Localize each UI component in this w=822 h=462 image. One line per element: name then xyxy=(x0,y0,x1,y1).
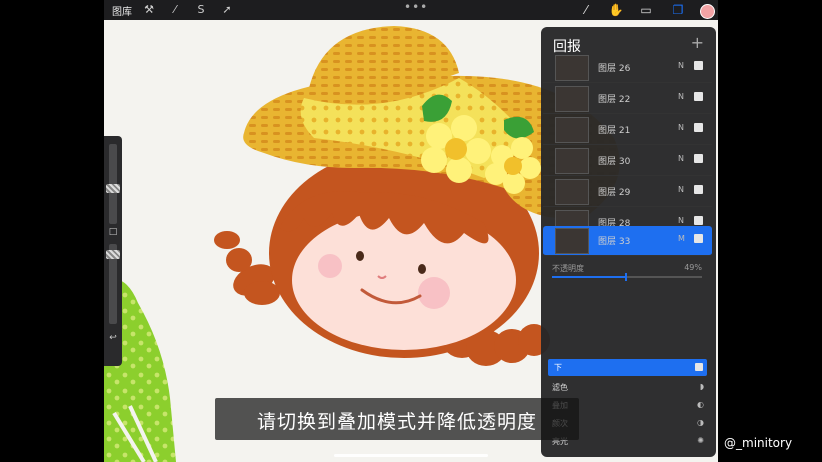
color-swatch[interactable] xyxy=(700,4,715,19)
layer-thumbnail[interactable] xyxy=(555,86,589,112)
layer-blend-mode[interactable]: M xyxy=(678,234,685,243)
layer-row[interactable]: 图层 21 N xyxy=(543,115,712,145)
layer-blend-mode[interactable]: N xyxy=(678,92,684,101)
wrench-icon[interactable]: ⚒ xyxy=(142,3,156,17)
top-toolbar: 图库 ⚒ ⁄ S ➚ ••• ⁄ ✋ ▭ ❐ xyxy=(104,0,718,20)
layer-thumbnail[interactable] xyxy=(555,228,589,254)
blend-mode-icon: ◑ xyxy=(697,418,704,427)
right-tool-group: ⁄ ✋ ▭ ❐ xyxy=(578,2,718,19)
layer-blend-mode[interactable]: N xyxy=(678,61,684,70)
more-options[interactable]: ••• xyxy=(404,0,428,14)
selection-icon[interactable]: S xyxy=(194,3,208,17)
layer-visibility-checkbox[interactable] xyxy=(694,154,703,163)
blend-mode-icon: ◗ xyxy=(699,382,704,391)
layer-blend-mode[interactable]: N xyxy=(678,185,684,194)
watermark: @_minitory xyxy=(724,436,793,450)
opacity-label: 不透明度 xyxy=(552,264,584,273)
opacity-slider[interactable] xyxy=(552,273,702,281)
layer-thumbnail[interactable] xyxy=(555,117,589,143)
subtitle-text: 请切换到叠加模式并降低透明度 xyxy=(256,411,537,433)
layer-blend-mode[interactable]: N xyxy=(678,216,684,225)
layer-visibility-checkbox[interactable] xyxy=(694,185,703,194)
magic-wand-icon[interactable]: ⁄ xyxy=(168,3,182,17)
left-sidebar: □ ↩ xyxy=(104,136,122,366)
home-indicator[interactable] xyxy=(334,454,488,457)
gallery-button[interactable]: 图库 xyxy=(112,3,132,18)
layer-blend-mode[interactable]: N xyxy=(678,123,684,132)
layer-thumbnail[interactable] xyxy=(555,148,589,174)
brush-icon[interactable]: ⁄ xyxy=(578,2,594,18)
layer-row[interactable]: 图层 26 N xyxy=(543,53,712,83)
layer-name: 图层 26 xyxy=(598,64,631,74)
brush-opacity-thumb[interactable] xyxy=(106,250,120,259)
layers-icon[interactable]: ❐ xyxy=(670,2,686,18)
smudge-icon[interactable]: ✋ xyxy=(608,2,624,18)
layer-name: 图层 29 xyxy=(598,188,631,198)
layer-row[interactable]: 图层 30 N xyxy=(543,146,712,176)
subtitle-box: 请切换到叠加模式并降低透明度 xyxy=(215,398,579,440)
layers-panel: 回报 + 图层 26 N 图层 22 N 图层 21 N 图层 30 N 图层 29 N 图层 28… xyxy=(541,27,716,457)
layer-visibility-checkbox[interactable] xyxy=(694,234,703,243)
layer-thumbnail[interactable] xyxy=(555,179,589,205)
add-layer-button[interactable]: + xyxy=(691,33,704,52)
layer-name: 图层 21 xyxy=(598,126,631,136)
blend-mode-icon: ◐ xyxy=(697,400,704,409)
blend-mode-icon: ✺ xyxy=(697,436,704,445)
layer-blend-mode[interactable]: N xyxy=(678,154,684,163)
blend-mode-option[interactable]: 滤色 xyxy=(552,382,568,393)
opacity-value: 49% xyxy=(684,263,702,272)
layer-name: 图层 33 xyxy=(598,237,631,247)
layer-row[interactable]: 图层 29 N xyxy=(543,177,712,207)
brush-size-thumb[interactable] xyxy=(106,184,120,193)
layer-name: 图层 22 xyxy=(598,95,631,105)
layer-visibility-checkbox[interactable] xyxy=(694,61,703,70)
eraser-icon[interactable]: ▭ xyxy=(638,2,654,18)
undo-icon[interactable]: ↩ xyxy=(107,332,119,344)
layer-row[interactable]: 图层 33 M xyxy=(543,226,712,256)
layer-visibility-checkbox[interactable] xyxy=(694,123,703,132)
check-icon xyxy=(695,363,703,371)
blend-mode-selected-label: 下 xyxy=(554,363,562,372)
layer-visibility-checkbox[interactable] xyxy=(694,92,703,101)
layer-thumbnail[interactable] xyxy=(555,55,589,81)
layer-row[interactable]: 图层 22 N xyxy=(543,84,712,114)
opacity-knob[interactable] xyxy=(624,273,627,281)
layer-name: 图层 30 xyxy=(598,157,631,167)
opacity-fill xyxy=(552,276,626,278)
layer-visibility-checkbox[interactable] xyxy=(694,216,703,225)
blend-mode-selected[interactable]: 下 xyxy=(548,359,707,376)
modify-button[interactable]: □ xyxy=(107,226,119,238)
transform-icon[interactable]: ➚ xyxy=(220,3,234,17)
